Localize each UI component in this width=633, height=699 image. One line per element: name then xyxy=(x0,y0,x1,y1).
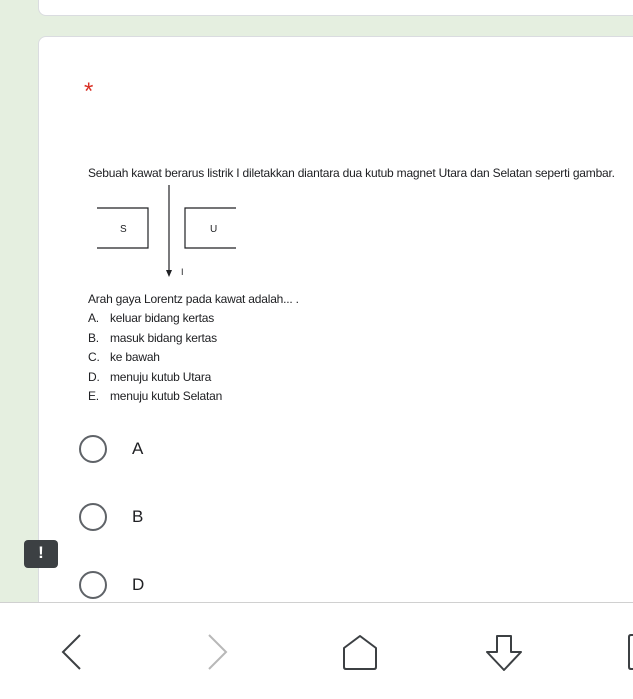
back-icon[interactable] xyxy=(60,633,84,671)
option-text-c: C. ke bawah xyxy=(88,350,160,364)
current-arrow xyxy=(166,270,172,277)
magnet-diagram: S U I xyxy=(95,185,245,285)
choice-a-label: A xyxy=(132,439,144,458)
download-icon[interactable] xyxy=(484,633,524,673)
home-icon[interactable] xyxy=(341,633,379,671)
choice-d-label: D xyxy=(132,575,145,594)
report-icon[interactable]: ! xyxy=(24,540,58,568)
current-label: I xyxy=(181,267,184,277)
required-mark: * xyxy=(84,78,94,105)
radio-button-a[interactable] xyxy=(79,435,107,463)
choice-b-label: B xyxy=(132,507,144,526)
browser-navbar xyxy=(0,602,633,699)
choice-b[interactable]: B xyxy=(79,503,379,537)
north-pole-label: U xyxy=(210,224,217,235)
choice-a[interactable]: A xyxy=(79,435,379,469)
option-text-e: E. menuju kutub Selatan xyxy=(88,389,223,403)
south-pole-label: S xyxy=(120,224,127,235)
forward-icon[interactable] xyxy=(205,633,229,671)
previous-question-card xyxy=(38,0,633,16)
question-prompt: Arah gaya Lorentz pada kawat adalah... . xyxy=(88,292,299,306)
choice-d[interactable]: D xyxy=(79,571,379,605)
radio-button-d[interactable] xyxy=(79,571,107,599)
option-text-b: B. masuk bidang kertas xyxy=(88,330,217,345)
tabs-icon[interactable] xyxy=(627,633,633,671)
question-intro: Sebuah kawat berarus listrik I diletakka… xyxy=(88,166,615,180)
option-text-a: A. keluar bidang kertas xyxy=(88,311,215,325)
radio-button-b[interactable] xyxy=(79,503,107,531)
options-text-list: A. keluar bidang kertas B. masuk bidang ke… xyxy=(88,309,222,407)
magnet-diagram-image: S U I xyxy=(97,185,236,277)
option-text-d: D. menuju kutub Utara xyxy=(88,369,212,384)
